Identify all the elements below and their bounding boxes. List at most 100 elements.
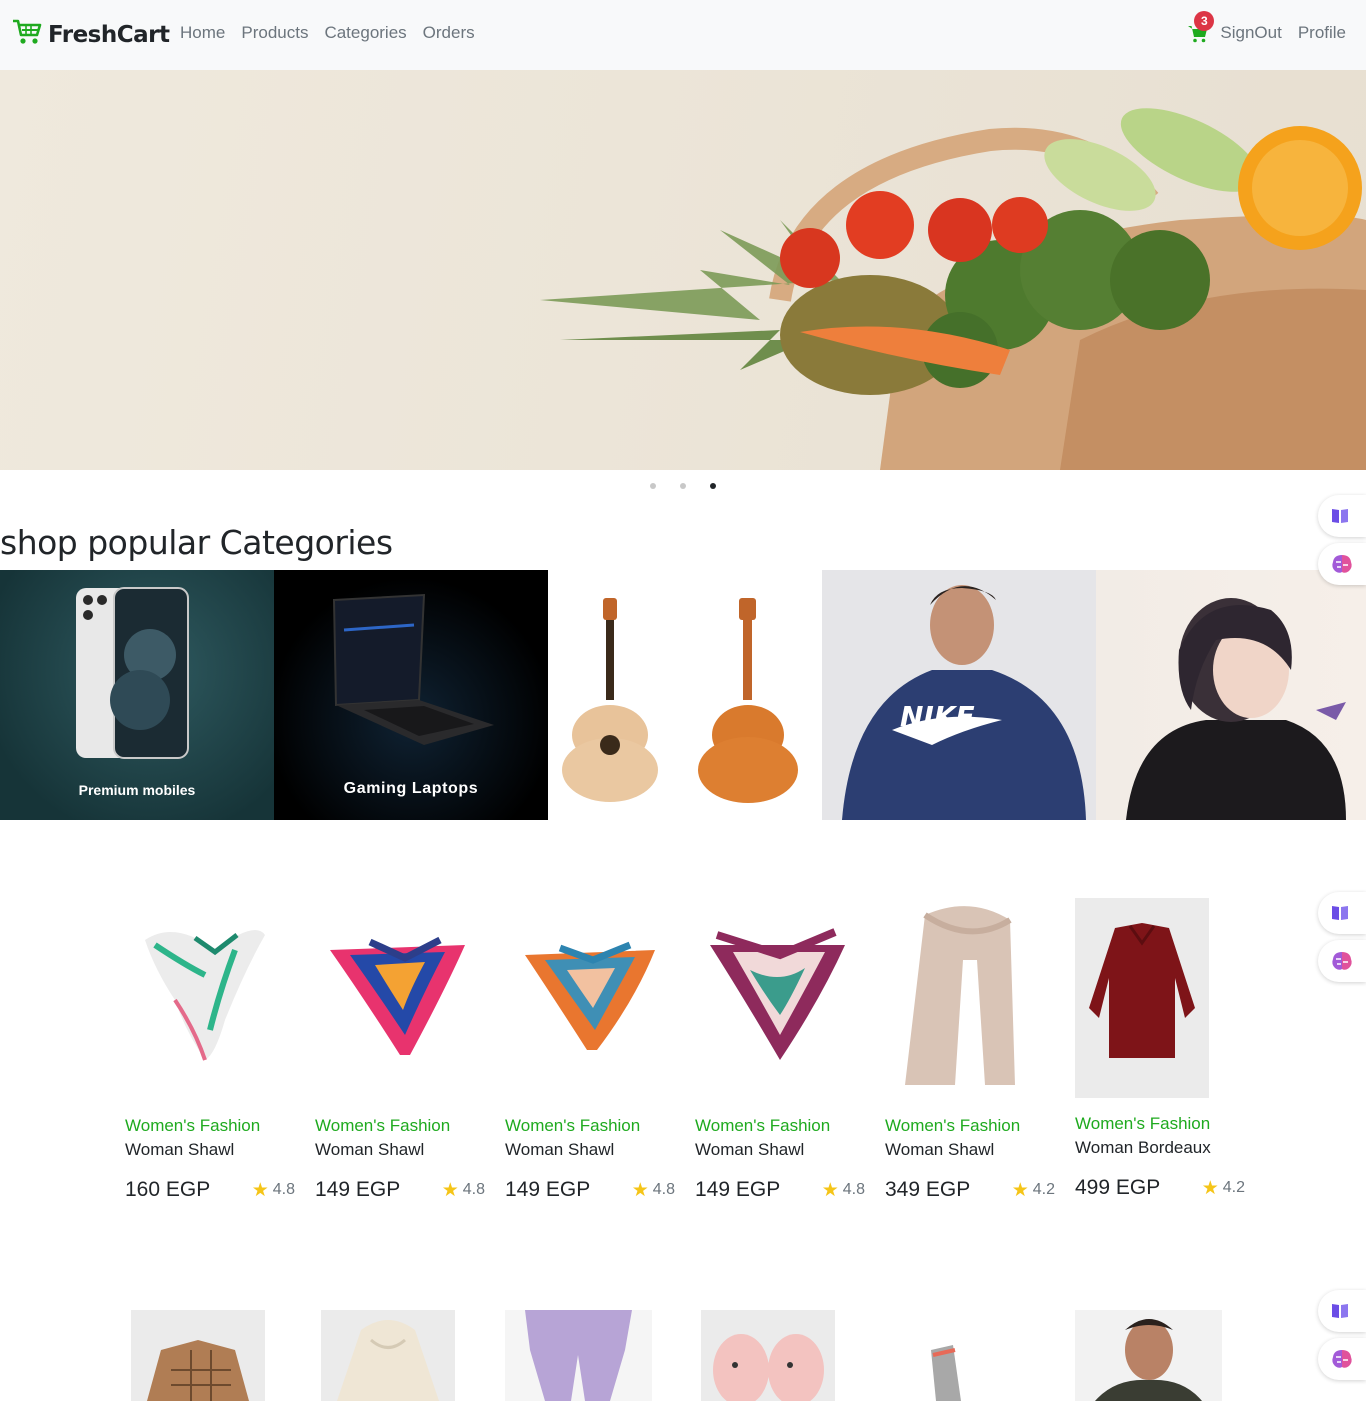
nav-orders[interactable]: Orders bbox=[423, 23, 475, 43]
nike-hoodie-model-image: NIKE bbox=[842, 585, 1086, 820]
product-card[interactable] bbox=[495, 1310, 685, 1401]
book-icon bbox=[1332, 906, 1348, 920]
nav-categories[interactable]: Categories bbox=[324, 23, 406, 43]
product-card[interactable] bbox=[875, 1310, 1065, 1401]
product-grid: Women's Fashion Woman Shawl 160 EGP ★ 4.8… bbox=[115, 890, 1255, 1202]
product-grid-row-2 bbox=[115, 1310, 1255, 1401]
nav-signout[interactable]: SignOut bbox=[1220, 23, 1281, 43]
cart-count-badge: 3 bbox=[1194, 11, 1215, 31]
product-category: Women's Fashion bbox=[125, 1116, 261, 1135]
product-rating: ★ 4.8 bbox=[632, 1179, 675, 1202]
category-women-fashion[interactable] bbox=[1096, 570, 1366, 820]
product-rating-value: 4.8 bbox=[652, 1181, 675, 1198]
product-category: Women's Fashion bbox=[505, 1116, 641, 1135]
product-rating-value: 4.2 bbox=[1222, 1179, 1245, 1196]
cart-button[interactable]: 3 bbox=[1188, 11, 1215, 43]
product-image bbox=[701, 1310, 835, 1401]
product-image bbox=[1075, 898, 1209, 1098]
product-image bbox=[505, 1310, 652, 1401]
slider-dots bbox=[0, 483, 1366, 489]
product-price: 149 EGP bbox=[315, 1178, 401, 1201]
guitar-image bbox=[562, 598, 798, 803]
nav-products[interactable]: Products bbox=[241, 23, 308, 43]
brand-name: FreshCart bbox=[48, 21, 170, 48]
ai-widget-button[interactable] bbox=[1318, 940, 1366, 982]
star-icon: ★ bbox=[251, 1179, 269, 1201]
category-mobiles[interactable]: Premium mobiles bbox=[0, 570, 274, 820]
product-price: 160 EGP bbox=[125, 1178, 211, 1201]
category-laptops[interactable]: Gaming Laptops bbox=[274, 570, 548, 820]
star-icon: ★ bbox=[821, 1179, 839, 1201]
product-footer: 499 EGP ★ 4.2 bbox=[1075, 1176, 1245, 1200]
product-card[interactable]: Women's Fashion Woman Shawl 149 EGP ★ 4.8 bbox=[305, 890, 495, 1202]
grocery-bag-image bbox=[540, 108, 1366, 470]
product-name: Woman Shawl bbox=[125, 1140, 235, 1159]
woman-illustration-image bbox=[1126, 598, 1346, 820]
product-footer: 149 EGP ★ 4.8 bbox=[505, 1178, 675, 1202]
product-rating-value: 4.8 bbox=[272, 1181, 295, 1198]
star-icon: ★ bbox=[1011, 1179, 1029, 1201]
product-card[interactable]: Women's Fashion Woman Shawl 149 EGP ★ 4.8 bbox=[495, 890, 685, 1202]
product-image bbox=[321, 1310, 455, 1401]
product-rating: ★ 4.8 bbox=[822, 1179, 865, 1202]
star-icon: ★ bbox=[1201, 1177, 1219, 1199]
category-music[interactable] bbox=[548, 570, 822, 820]
brain-icon bbox=[1332, 1350, 1352, 1368]
category-slider: Premium mobiles Gaming Laptops NIKE bbox=[0, 570, 1366, 820]
product-rating-value: 4.8 bbox=[462, 1181, 485, 1198]
product-footer: 349 EGP ★ 4.2 bbox=[885, 1178, 1055, 1202]
nav-right: 3 SignOut Profile bbox=[1188, 11, 1346, 43]
reader-widget-button[interactable] bbox=[1318, 892, 1366, 934]
slider-dot-1[interactable] bbox=[650, 483, 656, 489]
product-category: Women's Fashion bbox=[1075, 1114, 1211, 1133]
nav-links: Home Products Categories Orders bbox=[180, 23, 475, 43]
product-category: Women's Fashion bbox=[695, 1116, 831, 1135]
product-name: Woman Bordeaux bbox=[1075, 1138, 1211, 1157]
category-label: Gaming Laptops bbox=[343, 780, 479, 797]
ai-widget-button[interactable] bbox=[1318, 543, 1366, 585]
product-card[interactable] bbox=[1065, 1310, 1255, 1401]
category-men-fashion[interactable]: NIKE bbox=[822, 570, 1096, 820]
nav-home[interactable]: Home bbox=[180, 23, 225, 43]
product-rating: ★ 4.8 bbox=[252, 1179, 295, 1202]
product-footer: 149 EGP ★ 4.8 bbox=[695, 1178, 865, 1202]
nav-profile[interactable]: Profile bbox=[1298, 23, 1346, 43]
product-card[interactable] bbox=[685, 1310, 875, 1401]
product-card[interactable]: Women's Fashion Woman Shawl 160 EGP ★ 4.8 bbox=[115, 890, 305, 1202]
product-name: Woman Shawl bbox=[885, 1140, 995, 1159]
product-rating-value: 4.8 bbox=[842, 1181, 865, 1198]
product-card[interactable] bbox=[115, 1310, 305, 1401]
product-card[interactable]: Women's Fashion Woman Bordeaux 499 EGP ★… bbox=[1065, 890, 1255, 1202]
ai-widget-button[interactable] bbox=[1318, 1338, 1366, 1380]
product-image bbox=[125, 890, 295, 1100]
product-category: Women's Fashion bbox=[885, 1116, 1021, 1135]
product-card[interactable]: Women's Fashion Woman Shawl 349 EGP ★ 4.2 bbox=[875, 890, 1065, 1202]
brain-icon bbox=[1332, 555, 1352, 573]
cart-logo-icon bbox=[12, 18, 42, 51]
product-rating: ★ 4.8 bbox=[442, 1179, 485, 1202]
product-image bbox=[315, 890, 485, 1100]
product-price: 149 EGP bbox=[505, 1178, 591, 1201]
hero-slider[interactable] bbox=[0, 70, 1366, 470]
product-image bbox=[891, 1310, 1025, 1401]
product-rating: ★ 4.2 bbox=[1012, 1179, 1055, 1202]
reader-widget-button[interactable] bbox=[1318, 1290, 1366, 1332]
product-card[interactable]: Women's Fashion Woman Shawl 149 EGP ★ 4.8 bbox=[685, 890, 875, 1202]
product-category: Women's Fashion bbox=[315, 1116, 451, 1135]
product-footer: 160 EGP ★ 4.8 bbox=[125, 1178, 295, 1202]
brand-logo[interactable]: FreshCart bbox=[12, 18, 170, 51]
product-image bbox=[505, 890, 675, 1100]
book-icon bbox=[1332, 1304, 1348, 1318]
product-name: Woman Shawl bbox=[505, 1140, 615, 1159]
slider-dot-2[interactable] bbox=[680, 483, 686, 489]
category-label: Premium mobiles bbox=[78, 782, 196, 798]
slider-dot-3[interactable] bbox=[710, 483, 716, 489]
product-name: Woman Shawl bbox=[315, 1140, 425, 1159]
product-card[interactable] bbox=[305, 1310, 495, 1401]
star-icon: ★ bbox=[441, 1179, 459, 1201]
product-image bbox=[131, 1310, 265, 1401]
product-price: 349 EGP bbox=[885, 1178, 971, 1201]
product-image bbox=[695, 890, 865, 1100]
reader-widget-button[interactable] bbox=[1318, 495, 1366, 537]
product-rating: ★ 4.2 bbox=[1202, 1177, 1245, 1200]
